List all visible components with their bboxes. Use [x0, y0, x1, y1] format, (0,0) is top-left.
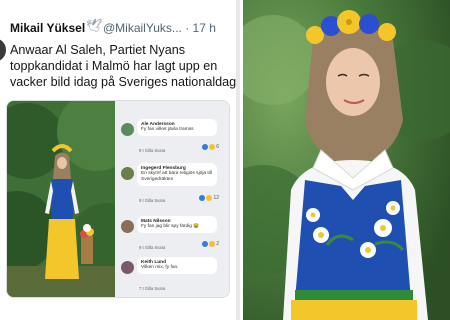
comment-text: Sverigedräkten [141, 177, 174, 182]
tweet-panel: Mikail Yüksel 🕊 @MikailYuks... · 17 h An… [0, 0, 240, 320]
comment-text: Fy fan jag blir spy färdig 🤮 [141, 224, 200, 229]
tweet-handle[interactable]: @MikailYuks... · 17 h [103, 21, 216, 35]
commenter-avatar [121, 123, 134, 136]
tweet-text: Anwaar Al Saleh, Partiet Nyans toppkandi… [10, 42, 240, 90]
commenter-avatar [121, 261, 134, 274]
comment-actions[interactable]: 9 t Gilla Svara [139, 245, 165, 250]
comment-bubble: Ingegerd Flensburg En skymf att bära rel… [137, 163, 217, 186]
comment-actions[interactable]: 7 t Gilla Svara [139, 286, 165, 291]
comment-text: Fy fan vilket jävla tramss [141, 127, 194, 132]
commenter-avatar [121, 220, 134, 233]
comment-actions[interactable]: 9 t Gilla Svara [139, 148, 165, 153]
verified-icon: 🕊 [86, 18, 103, 33]
avatar[interactable] [0, 38, 6, 62]
comment[interactable]: Ingegerd Flensburg En skymf att bära rel… [121, 163, 225, 203]
tweet-line: Anwaar Al Saleh, Partiet Nyans [10, 43, 186, 57]
tweet-line: vacker bild idag på Sveriges nationaldag… [10, 75, 240, 89]
tweet-author[interactable]: Mikail Yüksel [10, 21, 85, 35]
commenter-avatar [121, 167, 134, 180]
comment[interactable]: Mats Nilsson Fy fan jag blir spy färdig … [121, 216, 225, 254]
comment-bubble: Mats Nilsson Fy fan jag blir spy färdig … [137, 216, 217, 233]
reaction-count: 2 [201, 241, 219, 247]
tweet-image-card[interactable]: Ale Andersson Fy fan vilket jävla tramss… [6, 100, 230, 298]
comment[interactable]: Keith Lund Vilken mix, fy fan. 7 t Gilla… [121, 257, 225, 295]
comment-bubble: Ale Andersson Fy fan vilket jävla tramss [137, 119, 217, 136]
woman-photo [7, 101, 115, 297]
reaction-count: 12 [198, 195, 219, 201]
comment-bubble: Keith Lund Vilken mix, fy fan. [137, 257, 217, 274]
closeup-photo [243, 0, 450, 320]
divider [236, 0, 240, 320]
comment-actions[interactable]: 9 t Gilla Svara [139, 198, 165, 203]
comment-section: Ale Andersson Fy fan vilket jävla tramss… [115, 101, 229, 297]
tweet-line: toppkandidat i Malmö har lagt upp en [10, 59, 218, 73]
comment[interactable]: Ale Andersson Fy fan vilket jävla tramss… [121, 119, 225, 157]
comment-text: Vilken mix, fy fan. [141, 265, 179, 270]
reaction-count: 6 [201, 144, 219, 150]
